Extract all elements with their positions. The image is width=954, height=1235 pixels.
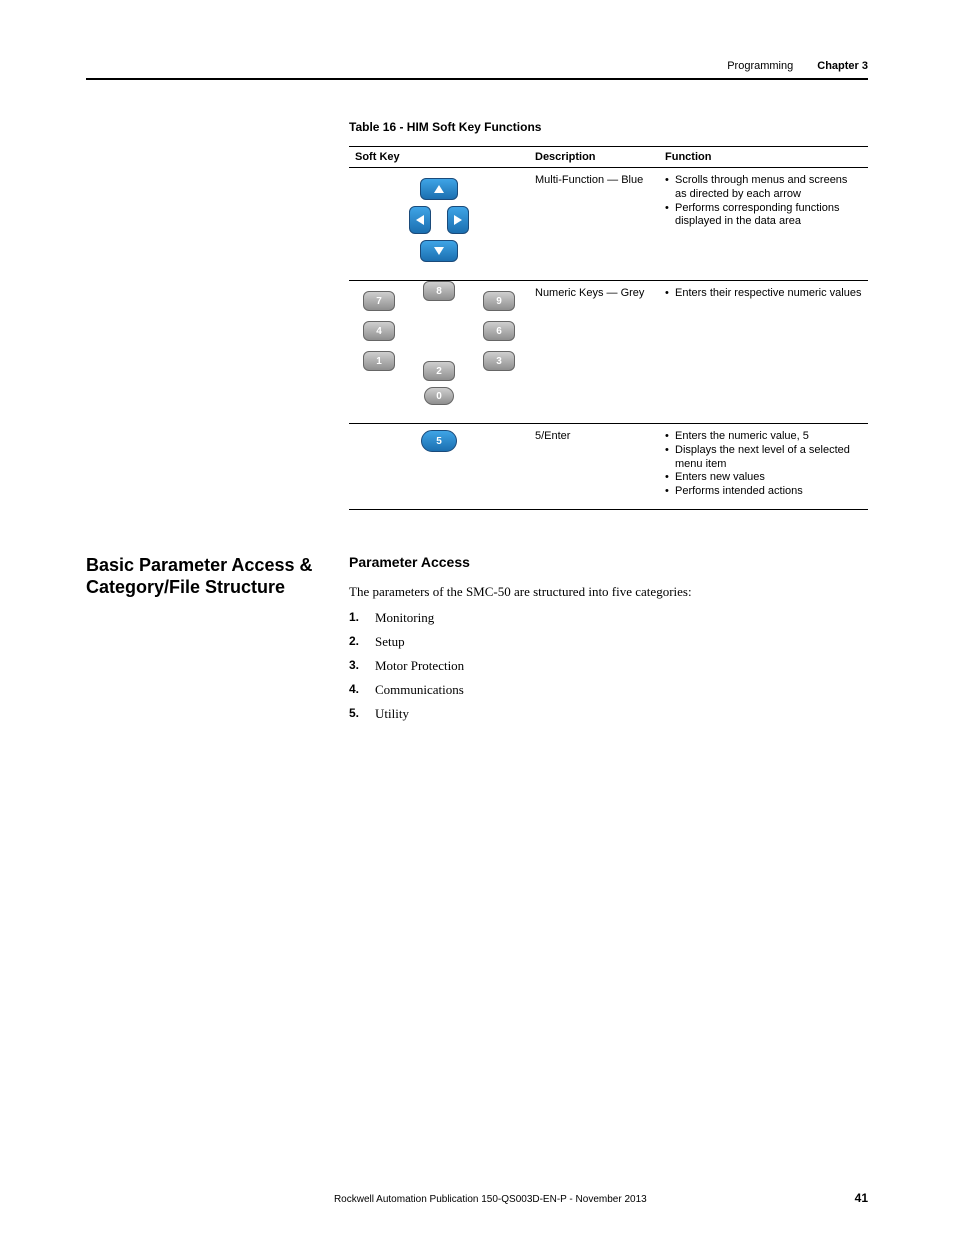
list-item: 4.Communications	[375, 682, 868, 698]
table-row: 5 5/Enter Enters the numeric value, 5 Di…	[349, 424, 868, 510]
arrow-left-key	[409, 206, 431, 234]
table-block: Table 16 - HIM Soft Key Functions Soft K…	[349, 120, 868, 510]
func-item: Displays the next level of a selected me…	[665, 444, 862, 472]
page-header: Programming Chapter 3	[86, 60, 868, 80]
num-key-3: 3	[483, 351, 515, 371]
col-function: Function	[659, 147, 868, 168]
list-item: 2.Setup	[375, 634, 868, 650]
desc-cell: Numeric Keys — Grey	[529, 281, 659, 424]
publication-info: Rockwell Automation Publication 150-QS00…	[126, 1194, 855, 1205]
table-row: Multi-Function — Blue Scrolls through me…	[349, 168, 868, 281]
parameter-access-section: Basic Parameter Access & Category/File S…	[86, 554, 868, 730]
desc-cell: 5/Enter	[529, 424, 659, 510]
page-footer: Rockwell Automation Publication 150-QS00…	[86, 1191, 868, 1205]
func-item: Enters new values	[665, 471, 862, 485]
header-section: Programming	[727, 60, 793, 72]
softkey-cell-numeric: 7 8 9 4 6 1 2 3	[349, 281, 529, 424]
num-key-0: 0	[424, 387, 454, 405]
category-list: 1.Monitoring 2.Setup 3.Motor Protection …	[349, 610, 868, 722]
intro-paragraph: The parameters of the SMC-50 are structu…	[349, 584, 868, 600]
header-chapter: Chapter 3	[817, 60, 868, 72]
table-row: 7 8 9 4 6 1 2 3	[349, 281, 868, 424]
func-item: Enters the numeric value, 5	[665, 430, 862, 444]
num-key-2: 2	[423, 361, 455, 381]
page-number: 41	[855, 1191, 868, 1205]
arrow-down-key	[420, 240, 458, 262]
triangle-down-icon	[434, 247, 444, 255]
func-cell: Scrolls through menus and screens as dir…	[659, 168, 868, 281]
col-description: Description	[529, 147, 659, 168]
arrow-up-key	[420, 178, 458, 200]
triangle-right-icon	[454, 215, 462, 225]
col-softkey: Soft Key	[349, 147, 529, 168]
func-item: Performs intended actions	[665, 485, 862, 499]
table-header-row: Soft Key Description Function	[349, 147, 868, 168]
triangle-left-icon	[416, 215, 424, 225]
section-subheading: Parameter Access	[349, 554, 868, 570]
softkey-cell-enter: 5	[349, 424, 529, 510]
arrow-right-key	[447, 206, 469, 234]
softkey-cell-arrows	[349, 168, 529, 281]
list-item: 1.Monitoring	[375, 610, 868, 626]
desc-cell: Multi-Function — Blue	[529, 168, 659, 281]
num-key-1: 1	[363, 351, 395, 371]
triangle-up-icon	[434, 185, 444, 193]
func-item: Scrolls through menus and screens as dir…	[665, 174, 862, 202]
func-cell: Enters the numeric value, 5 Displays the…	[659, 424, 868, 510]
num-key-8: 8	[423, 281, 455, 301]
softkey-table: Soft Key Description Function	[349, 146, 868, 510]
num-key-7: 7	[363, 291, 395, 311]
num-key-9: 9	[483, 291, 515, 311]
num-key-4: 4	[363, 321, 395, 341]
enter-key: 5	[421, 430, 457, 452]
list-item: 5.Utility	[375, 706, 868, 722]
func-item: Enters their respective numeric values	[665, 287, 862, 301]
func-cell: Enters their respective numeric values	[659, 281, 868, 424]
func-item: Performs corresponding functions display…	[665, 202, 862, 230]
table-title: Table 16 - HIM Soft Key Functions	[349, 120, 868, 134]
num-key-6: 6	[483, 321, 515, 341]
list-item: 3.Motor Protection	[375, 658, 868, 674]
section-heading: Basic Parameter Access & Category/File S…	[86, 554, 329, 730]
